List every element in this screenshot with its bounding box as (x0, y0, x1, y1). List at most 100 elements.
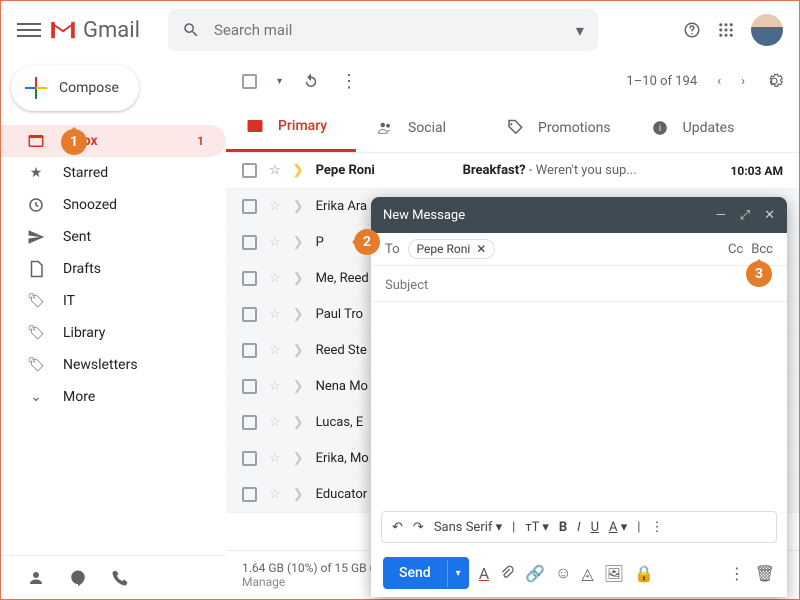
importance-icon[interactable]: ❯ (293, 307, 304, 322)
send-dropdown-icon[interactable]: ▾ (447, 560, 469, 587)
send-button[interactable]: Send▾ (383, 557, 469, 589)
manage-link[interactable]: Manage (242, 575, 285, 589)
formatting-icon[interactable]: A (479, 564, 489, 583)
sidebar-item-starred[interactable]: ★Starred (1, 157, 226, 189)
tab-social[interactable]: Social (356, 103, 486, 152)
discard-icon[interactable]: 🗑 (755, 564, 775, 583)
remove-chip-icon[interactable]: ✕ (476, 242, 486, 256)
star-icon[interactable]: ☆ (269, 271, 281, 286)
star-icon[interactable]: ☆ (269, 343, 281, 358)
italic-icon[interactable]: I (577, 520, 580, 535)
account-avatar[interactable] (751, 14, 783, 46)
close-icon[interactable]: ✕ (764, 208, 775, 223)
help-icon[interactable] (683, 21, 701, 39)
row-checkbox[interactable] (242, 307, 257, 322)
row-checkbox[interactable] (242, 487, 257, 502)
sidebar-item-drafts[interactable]: Drafts (1, 253, 226, 285)
importance-icon[interactable]: ❯ (293, 343, 304, 358)
emoji-icon[interactable]: ☺ (555, 563, 571, 583)
select-all-checkbox[interactable] (242, 74, 257, 89)
email-row[interactable]: ☆ ❯ Pepe Roni Breakfast? - Weren't you s… (226, 153, 799, 189)
row-checkbox[interactable] (242, 343, 257, 358)
compose-title: New Message (383, 208, 465, 223)
person-icon[interactable] (27, 569, 45, 587)
photo-icon[interactable]: 🖼 (604, 564, 624, 583)
star-icon[interactable]: ☆ (269, 307, 281, 322)
select-dropdown-icon[interactable]: ▾ (277, 76, 282, 87)
settings-icon[interactable] (765, 72, 783, 90)
fullscreen-icon[interactable]: ⤢ (740, 208, 750, 223)
star-icon[interactable]: ☆ (269, 235, 281, 250)
drive-icon[interactable]: ◬ (581, 564, 593, 583)
importance-icon[interactable]: ❯ (293, 235, 304, 250)
tab-primary[interactable]: Primary (226, 103, 356, 152)
star-icon[interactable]: ☆ (269, 451, 281, 466)
search-bar[interactable]: ▾ (168, 9, 598, 51)
hangouts-icon[interactable] (69, 569, 87, 587)
apps-icon[interactable] (717, 21, 735, 39)
row-checkbox[interactable] (242, 379, 257, 394)
textcolor-icon[interactable]: A ▾ (609, 520, 627, 535)
subject: Breakfast? - Weren't you sup... (463, 163, 719, 178)
row-checkbox[interactable] (242, 235, 257, 250)
fmt-more-icon[interactable]: ⋮ (650, 520, 663, 535)
gmail-logo[interactable]: Gmail (49, 18, 140, 43)
compose-button[interactable]: Compose (11, 65, 139, 111)
compose-label: Compose (59, 80, 119, 96)
plus-icon (25, 77, 47, 99)
more-icon[interactable]: ⋮ (340, 71, 358, 92)
subject-input[interactable] (385, 278, 773, 293)
recipient-chip[interactable]: Pepe Roni✕ (408, 239, 496, 259)
sidebar-item-more[interactable]: ⌄More (1, 381, 226, 413)
menu-icon[interactable] (17, 19, 41, 41)
phone-icon[interactable] (111, 569, 129, 587)
prev-page-icon[interactable]: ‹ (717, 74, 721, 89)
bold-icon[interactable]: B (559, 520, 567, 535)
sidebar-item-library[interactable]: 🏷Library (1, 317, 226, 349)
importance-icon[interactable]: ❯ (293, 271, 304, 286)
next-page-icon[interactable]: › (741, 74, 745, 89)
storage-text: 1.64 GB (10%) of 15 GB u (242, 561, 376, 575)
confidential-icon[interactable]: 🔒 (634, 564, 654, 583)
tab-updates[interactable]: iUpdates (631, 103, 761, 152)
refresh-icon[interactable] (302, 72, 320, 90)
font-select[interactable]: Sans Serif ▾ (434, 520, 502, 535)
sidebar-item-it[interactable]: 🏷IT (1, 285, 226, 317)
star-icon[interactable]: ☆ (269, 379, 281, 394)
tutorial-marker-3: 3 (746, 261, 772, 287)
compose-body[interactable] (371, 302, 787, 505)
star-icon[interactable]: ☆ (269, 415, 281, 430)
redo-icon[interactable]: ↷ (413, 520, 424, 535)
star-icon[interactable]: ☆ (269, 199, 281, 214)
row-checkbox[interactable] (242, 415, 257, 430)
sidebar-item-snoozed[interactable]: Snoozed (1, 189, 226, 221)
row-checkbox[interactable] (242, 199, 257, 214)
importance-icon[interactable]: ❯ (293, 163, 304, 178)
compose-window: New Message — ⤢ ✕ To Pepe Roni✕ Cc Bcc ↶… (371, 197, 787, 597)
link-icon[interactable]: 🔗 (525, 564, 545, 583)
cc-button[interactable]: Cc (728, 242, 743, 257)
tab-promotions[interactable]: Promotions (486, 103, 631, 152)
sidebar-item-inbox[interactable]: Inbox1 (1, 125, 226, 157)
tutorial-marker-2: 2 (354, 229, 380, 255)
compose-more-icon[interactable]: ⋮ (729, 564, 745, 583)
row-checkbox[interactable] (242, 271, 257, 286)
importance-icon[interactable]: ❯ (293, 379, 304, 394)
importance-icon[interactable]: ❯ (293, 487, 304, 502)
attach-icon[interactable] (499, 564, 515, 582)
row-checkbox[interactable] (242, 451, 257, 466)
fontsize-icon[interactable]: тT ▾ (525, 520, 549, 535)
sidebar-item-newsletters[interactable]: 🏷Newsletters (1, 349, 226, 381)
sidebar-item-sent[interactable]: Sent (1, 221, 226, 253)
row-checkbox[interactable] (242, 163, 257, 178)
undo-icon[interactable]: ↶ (392, 520, 403, 535)
search-dropdown-icon[interactable]: ▾ (576, 21, 584, 40)
importance-icon[interactable]: ❯ (293, 451, 304, 466)
search-input[interactable] (214, 21, 562, 39)
importance-icon[interactable]: ❯ (293, 199, 304, 214)
minimize-icon[interactable]: — (716, 208, 726, 223)
star-icon[interactable]: ☆ (269, 163, 281, 178)
star-icon[interactable]: ☆ (269, 487, 281, 502)
underline-icon[interactable]: U (591, 520, 599, 535)
importance-icon[interactable]: ❯ (293, 415, 304, 430)
